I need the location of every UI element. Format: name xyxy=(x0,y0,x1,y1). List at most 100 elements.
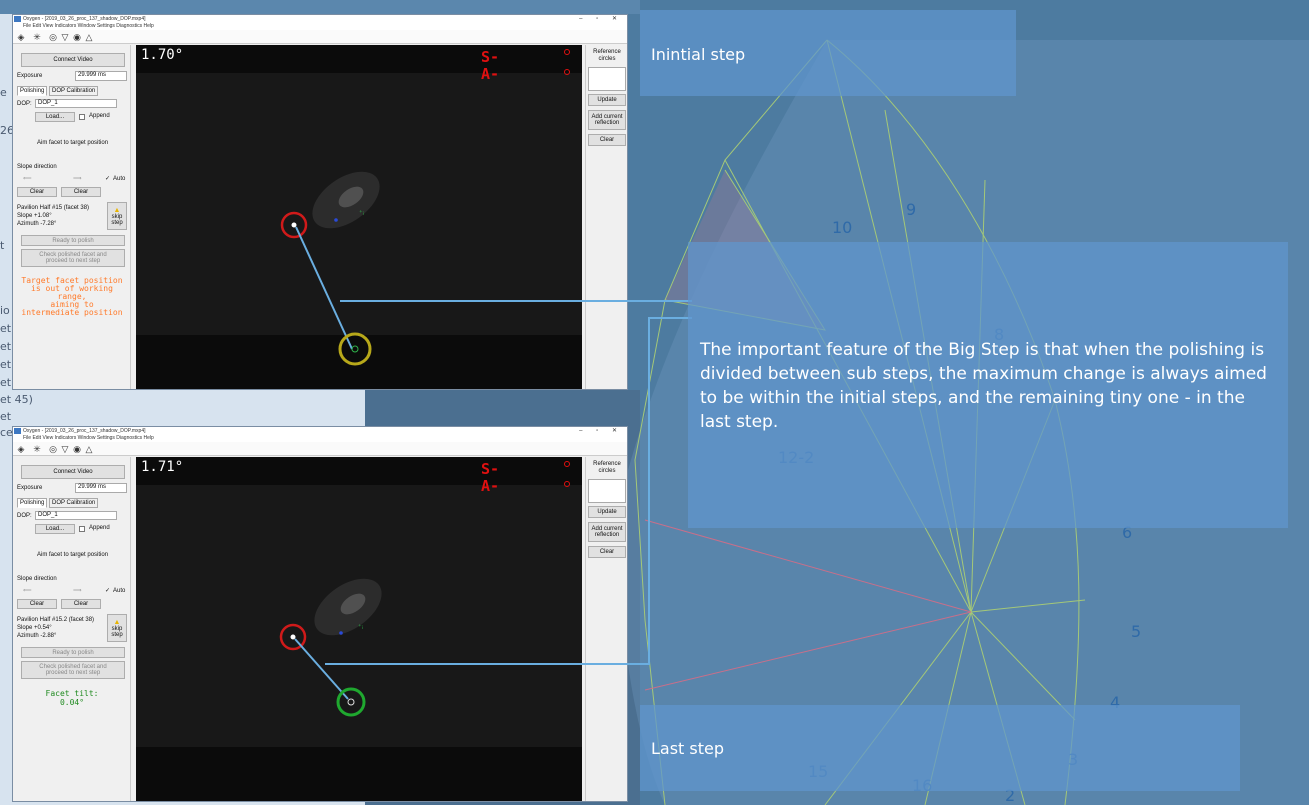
a-indicator: A- xyxy=(481,65,500,83)
last-step-title: Last step xyxy=(651,739,725,758)
window-controls[interactable]: – ▫ ✕ xyxy=(579,427,623,435)
check-polished-button[interactable]: Check polished facet and proceed to next… xyxy=(21,661,125,679)
window-controls[interactable]: – ▫ ✕ xyxy=(579,15,623,23)
asterisk-icon[interactable]: ✳ xyxy=(31,443,43,455)
initial-step-title: Inintial step xyxy=(651,45,746,64)
indicator-dot-icon xyxy=(564,49,570,55)
reference-panel: Reference circles Update Add current ref… xyxy=(585,457,627,801)
connect-video-button[interactable]: Connect Video xyxy=(21,465,125,479)
app-icon xyxy=(14,16,21,22)
menu-bar[interactable]: File Edit View Indicators Window Setting… xyxy=(13,435,627,442)
skip-step-label: skip step xyxy=(111,625,123,638)
gem-icon[interactable]: ◈ xyxy=(15,443,27,455)
camera-view[interactable]: ⁺ᵢ 1.71° S- A- xyxy=(136,457,582,801)
last-step-card: Last step xyxy=(640,705,1240,791)
a-indicator: A- xyxy=(481,477,500,495)
menu-bar[interactable]: File Edit View Indicators Window Setting… xyxy=(13,23,627,30)
skip-step-button[interactable]: ▲ skip step xyxy=(107,202,127,230)
auto-label: Auto xyxy=(113,176,126,182)
check-polished-button[interactable]: Check polished facet and proceed to next… xyxy=(21,249,125,267)
auto-checkbox[interactable]: ✓ xyxy=(105,175,110,182)
list-item: io xyxy=(0,304,10,317)
globe-icon[interactable]: ◉ xyxy=(71,31,83,43)
window-titlebar: Oxygen - [2019_03_26_proc_137_shadow_DOP… xyxy=(13,15,627,23)
list-item: et xyxy=(0,340,12,353)
indicator-dot-icon xyxy=(564,69,570,75)
tab-polishing[interactable]: Polishing xyxy=(17,498,48,508)
reference-circles-list[interactable] xyxy=(588,479,626,503)
append-label: Append xyxy=(89,113,110,119)
clear-left-button[interactable]: Clear xyxy=(17,187,57,197)
indicator-dot-icon xyxy=(564,481,570,487)
diamond-icon[interactable]: ▽ xyxy=(59,443,71,455)
aim-text: Aim facet to target position xyxy=(37,552,109,558)
camera-view[interactable]: ⁺ᵢ 1.70° S- A- xyxy=(136,45,582,389)
reference-circles-list[interactable] xyxy=(588,67,626,91)
warning-icon: ▲ xyxy=(113,618,121,626)
dop-select[interactable]: DOP_1 xyxy=(35,99,117,108)
clear-left-button[interactable]: Clear xyxy=(17,599,57,609)
s-indicator: S- xyxy=(481,48,500,66)
load-button[interactable]: Load... xyxy=(35,112,75,122)
window-title: Oxygen - [2019_03_26_proc_137_shadow_DOP… xyxy=(23,16,146,22)
facet-azimuth: Azimuth -2.88° xyxy=(17,633,57,639)
arrow-left-icon[interactable]: ⟸ xyxy=(23,175,32,182)
exposure-field[interactable]: 29.999 ms xyxy=(75,71,127,81)
clear-reference-button[interactable]: Clear xyxy=(588,546,626,558)
angle-readout: 1.70° xyxy=(141,47,184,63)
auto-checkbox[interactable]: ✓ xyxy=(105,587,110,594)
facet-slope: Slope +0.54° xyxy=(17,625,52,631)
exposure-label: Exposure xyxy=(17,73,43,79)
arrow-right-icon[interactable]: ⟹ xyxy=(73,587,82,594)
exposure-field[interactable]: 29.999 ms xyxy=(75,483,127,493)
arrow-left-icon[interactable]: ⟸ xyxy=(23,587,32,594)
tab-dop-calibration[interactable]: DOP Calibration xyxy=(49,86,99,96)
clear-reference-button[interactable]: Clear xyxy=(588,134,626,146)
globe-icon[interactable]: ◉ xyxy=(71,443,83,455)
ring-icon[interactable]: ◎ xyxy=(47,443,59,455)
append-checkbox[interactable] xyxy=(79,114,85,120)
add-reflection-button[interactable]: Add current reflection xyxy=(588,110,626,130)
load-button[interactable]: Load... xyxy=(35,524,75,534)
reference-circles-label: Reference circles xyxy=(593,49,621,62)
list-item: et 45) xyxy=(0,393,33,406)
gem-icon[interactable]: ◈ xyxy=(15,31,27,43)
ready-to-polish-button[interactable]: Ready to polish xyxy=(21,647,125,658)
facet-azimuth: Azimuth -7.28° xyxy=(17,221,57,227)
ring-icon[interactable]: ◎ xyxy=(47,31,59,43)
list-item: ce xyxy=(0,426,13,439)
diamond-icon[interactable]: ▽ xyxy=(59,31,71,43)
svg-text:⁺ᵢ: ⁺ᵢ xyxy=(359,209,364,217)
update-button[interactable]: Update xyxy=(588,506,626,518)
tab-dop-calibration[interactable]: DOP Calibration xyxy=(49,498,99,508)
dop-label: DOP: xyxy=(17,513,32,519)
clear-right-button[interactable]: Clear xyxy=(61,187,101,197)
dop-select[interactable]: DOP_1 xyxy=(35,511,117,520)
ready-to-polish-button[interactable]: Ready to polish xyxy=(21,235,125,246)
angle-readout: 1.71° xyxy=(141,459,184,475)
dop-label: DOP: xyxy=(17,101,32,107)
triangle-icon[interactable]: △ xyxy=(83,31,95,43)
asterisk-icon[interactable]: ✳ xyxy=(31,31,43,43)
app-window-initial-step: Oxygen - [2019_03_26_proc_137_shadow_DOP… xyxy=(12,14,628,390)
status-line: Facet tilt: xyxy=(45,689,99,698)
arrow-right-icon[interactable]: ⟹ xyxy=(73,175,82,182)
list-item: et xyxy=(0,322,12,335)
indicator-dot-icon xyxy=(564,461,570,467)
connect-video-button[interactable]: Connect Video xyxy=(21,53,125,67)
toolbar: ◈ ✳ ◎ ▽ ◉ △ xyxy=(13,442,627,456)
tab-polishing[interactable]: Polishing xyxy=(17,86,48,96)
camera-image: ⁺ᵢ xyxy=(136,485,582,747)
explanation-card: The important feature of the Big Step is… xyxy=(688,242,1288,528)
svg-text:⁺ᵢ: ⁺ᵢ xyxy=(358,623,363,631)
clear-right-button[interactable]: Clear xyxy=(61,599,101,609)
add-reflection-button[interactable]: Add current reflection xyxy=(588,522,626,542)
triangle-icon[interactable]: △ xyxy=(83,443,95,455)
append-checkbox[interactable] xyxy=(79,526,85,532)
window-title: Oxygen - [2019_03_26_proc_137_shadow_DOP… xyxy=(23,428,146,434)
update-button[interactable]: Update xyxy=(588,94,626,106)
facet-name: Pavilion Half #15.2 (facet 38) xyxy=(17,617,95,623)
auto-label: Auto xyxy=(113,588,126,594)
status-line: 0.04° xyxy=(59,698,85,707)
skip-step-button[interactable]: ▲ skip step xyxy=(107,614,127,642)
